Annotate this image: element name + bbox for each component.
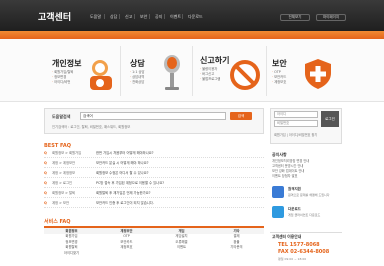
login-button[interactable]: 로그인 xyxy=(321,111,339,127)
category-links-privacy: 회원가입/탈퇴 정보변경 아이디/비번 xyxy=(52,70,73,85)
nav-separator xyxy=(104,14,105,19)
service-faq-column: 계정보안 OTP 보안카드 계정보호 xyxy=(99,228,154,251)
mypage-button[interactable]: 마이페이지 xyxy=(316,14,346,21)
faq-question[interactable]: 회원정보 수정은 어디서 할 수 있나요? xyxy=(96,171,149,175)
category-divider xyxy=(120,46,121,96)
search-input[interactable]: 검색어 xyxy=(80,112,226,120)
faq-question[interactable]: 회원탈퇴 후 재가입은 언제 가능한가요? xyxy=(96,191,150,195)
faq-category: 회원정보 > 회원가입 xyxy=(52,151,82,155)
question-icon: Q xyxy=(44,191,47,195)
view-all-button[interactable]: 전체보기 xyxy=(280,14,310,21)
faq-row[interactable]: Q 계정 > 계정정보 회원정보 수정은 어디서 할 수 있나요? xyxy=(44,169,264,178)
faq-category: 계정 > 로그인 xyxy=(52,181,73,185)
login-links[interactable]: 회원가입 | 아이디/비밀번호 찾기 xyxy=(274,132,317,137)
download-desc: 게임 클라이언트 다운로드 xyxy=(288,213,321,217)
download-link[interactable]: 다운로드 xyxy=(288,207,301,212)
notice-item[interactable]: 이벤트 당첨자 발표 xyxy=(272,174,298,179)
privacy-person-icon xyxy=(90,60,112,90)
prohibited-icon xyxy=(230,60,260,90)
category-divider xyxy=(192,46,193,96)
faq-question[interactable]: PC방 접속 후 가입된 계정으로 이용할 수 있나요? xyxy=(96,181,164,185)
faq-row[interactable]: Q 회원정보 > 탈퇴 회원탈퇴 후 재가입은 언제 가능한가요? xyxy=(44,189,264,198)
search-label: 도움말검색 xyxy=(52,114,71,119)
category-title-report[interactable]: 신고하기 xyxy=(200,55,229,66)
nav-separator xyxy=(119,14,120,19)
nav-separator xyxy=(164,14,165,19)
faq-row[interactable]: Q 계정 > 계정보안 보안카드 분실 시 어떻게 해야 하나요? xyxy=(44,159,264,168)
microphone-icon xyxy=(164,55,180,90)
service-faq-link[interactable]: 계정보호 xyxy=(99,245,154,251)
category-link[interactable]: 계정보호 xyxy=(272,80,286,85)
faq-question[interactable]: 한번 가입시 처음부터 어떻게 해야하나요? xyxy=(96,151,154,155)
popular-keywords[interactable]: 인기검색어 : 로그인, 탈퇴, 비밀번호, 패스워드, 회원정보 xyxy=(52,124,130,129)
nav-item-notice[interactable]: 공지 xyxy=(155,14,162,20)
username-field[interactable]: 아이디 xyxy=(274,111,318,118)
category-link[interactable]: 불법프로그램 xyxy=(200,77,220,82)
question-icon: Q xyxy=(44,151,47,155)
nav-separator xyxy=(134,14,135,19)
faq-question[interactable]: 보안카드 분실 시 어떻게 해야 하나요? xyxy=(96,161,149,165)
category-link[interactable]: 전화상담 xyxy=(130,80,145,85)
contact-heading: 고객센터 이용안내 xyxy=(272,234,302,239)
nav-item-report[interactable]: 신고 xyxy=(125,14,132,20)
faq-question[interactable]: 보안카드 인증 후 로그인이 되지 않습니다. xyxy=(96,201,154,205)
nav-separator xyxy=(182,14,183,19)
nav-item-download[interactable]: 다운로드 xyxy=(188,14,203,20)
category-title-security[interactable]: 보안 xyxy=(272,58,287,69)
phone-number: TEL 1577-8068 xyxy=(278,242,320,248)
question-icon: Q xyxy=(44,201,47,205)
faq-category: 계정 > 보안 xyxy=(52,201,69,205)
faq-row[interactable]: Q 계정 > 로그인 PC방 접속 후 가입된 계정으로 이용할 수 있나요? xyxy=(44,179,264,188)
service-faq-column: 회원정보 회원가입 정보변경 회원탈퇴 아이디찾기 xyxy=(44,228,99,256)
category-links-report: 불량이용자 버그신고 불법프로그램 xyxy=(200,67,220,82)
service-faq-link[interactable]: 이벤트 xyxy=(154,245,209,251)
category-link[interactable]: 아이디/비번 xyxy=(52,80,73,85)
question-icon: Q xyxy=(44,181,47,185)
contact-divider xyxy=(270,232,342,233)
category-links-security: OTP 보안카드 계정보호 xyxy=(272,70,286,85)
faq-category: 계정 > 계정정보 xyxy=(52,171,76,175)
nav-item-security[interactable]: 보안 xyxy=(140,14,147,20)
password-field[interactable]: 비밀번호 xyxy=(274,120,318,127)
search-button[interactable]: 검색 xyxy=(230,112,252,120)
fax-number: FAX 02-6344-8008 xyxy=(278,249,330,255)
question-icon: Q xyxy=(44,171,47,175)
category-links-consult: 1:1 상담 상담내역 전화상담 xyxy=(130,70,145,85)
nav-item-help[interactable]: 도움말 xyxy=(90,14,101,20)
faq-row[interactable]: Q 회원정보 > 회원가입 한번 가입시 처음부터 어떻게 해야하나요? xyxy=(44,149,264,158)
service-faq-link[interactable]: 아이디찾기 xyxy=(44,251,99,257)
shield-icon xyxy=(305,59,331,89)
site-logo[interactable]: 고객센터 xyxy=(38,10,71,23)
question-icon: Q xyxy=(44,161,47,165)
service-hours: 평일 09:00 ~ 18:00 xyxy=(278,257,307,261)
category-title-privacy[interactable]: 개인정보 xyxy=(52,58,81,69)
remote-support-desc: 원격으로 문제를 해결해 드립니다 xyxy=(288,193,330,197)
service-faq-title: 서비스 FAQ xyxy=(44,219,71,225)
service-faq-link[interactable]: 기타문의 xyxy=(209,245,264,251)
faq-category: 계정 > 계정보안 xyxy=(52,161,76,165)
faq-category: 회원정보 > 탈퇴 xyxy=(52,191,76,195)
remote-support-icon[interactable] xyxy=(272,186,284,198)
accent-band xyxy=(0,31,384,39)
nav-item-event[interactable]: 이벤트 xyxy=(170,14,181,20)
nav-item-consult[interactable]: 상담 xyxy=(110,14,117,20)
service-faq-column: 게임 게임설치 오류해결 이벤트 xyxy=(154,228,209,251)
download-icon[interactable] xyxy=(272,206,284,218)
category-divider xyxy=(266,46,267,96)
service-faq-column: 기타 결제 환불 기타문의 xyxy=(209,228,264,251)
nav-separator xyxy=(149,14,150,19)
faq-row[interactable]: Q 계정 > 보안 보안카드 인증 후 로그인이 되지 않습니다. xyxy=(44,199,264,208)
category-title-consult[interactable]: 상담 xyxy=(130,58,145,69)
remote-support-link[interactable]: 원격지원 xyxy=(288,187,301,192)
notice-title[interactable]: 공지사항 xyxy=(272,152,287,158)
